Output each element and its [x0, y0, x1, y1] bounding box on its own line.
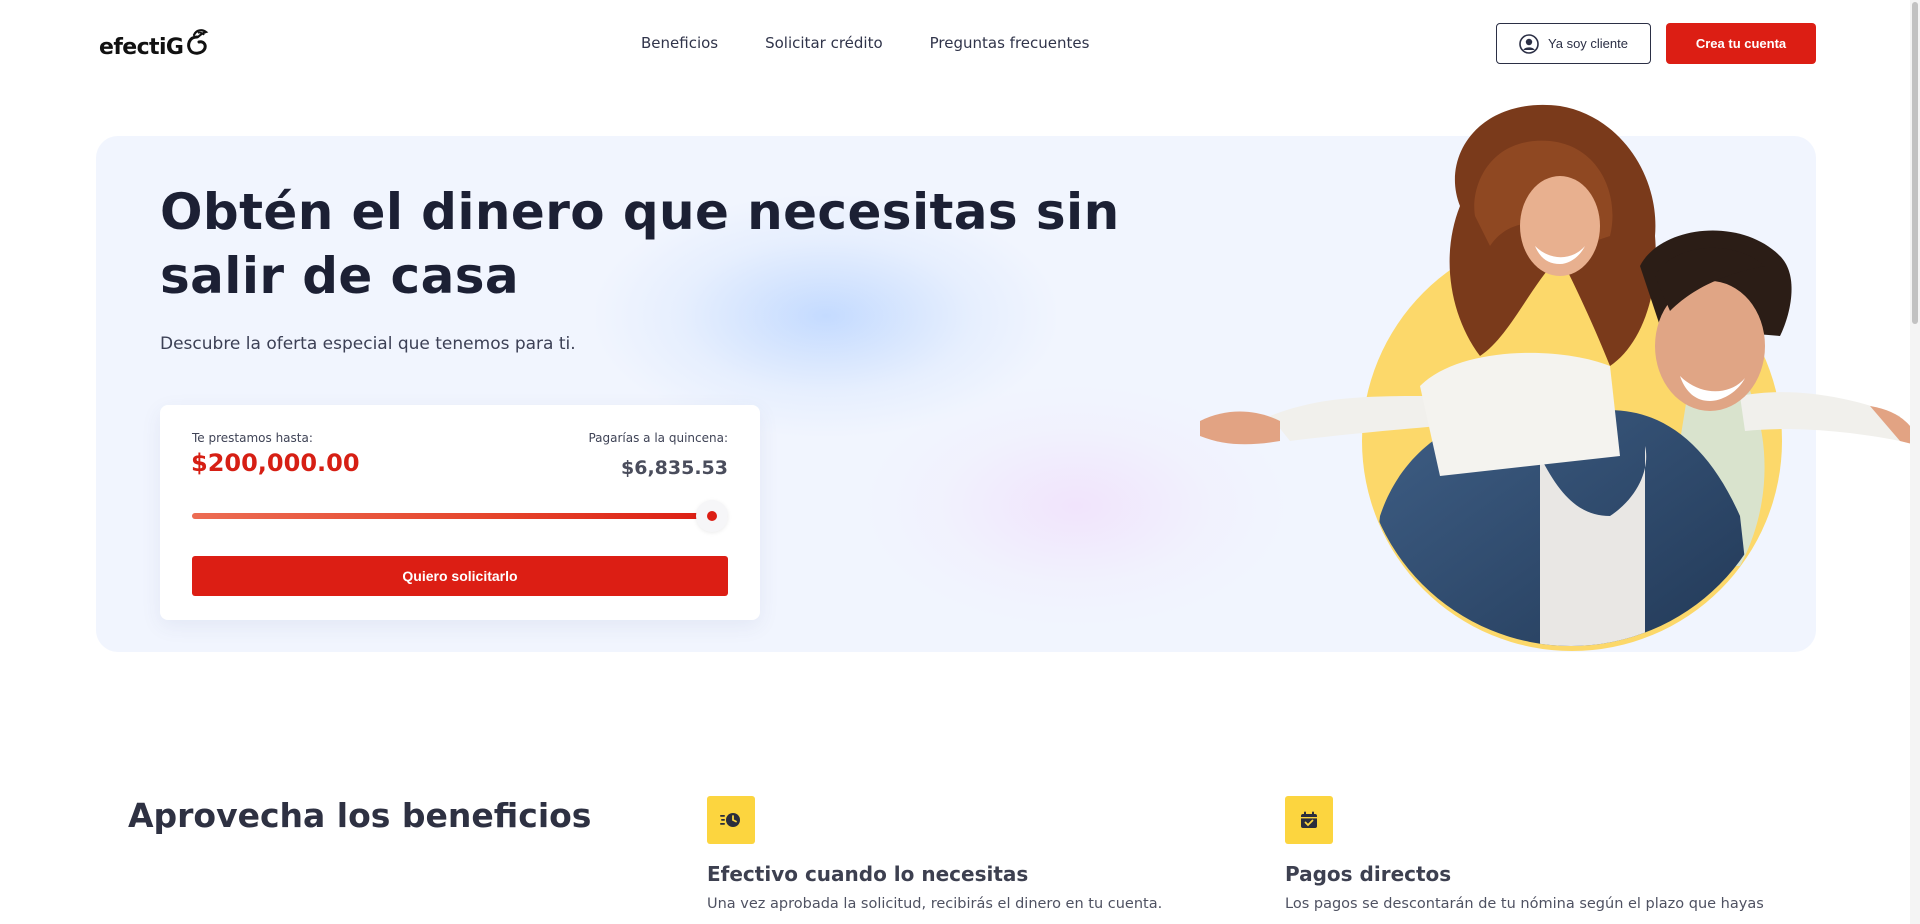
create-account-button[interactable]: Crea tu cuenta: [1666, 23, 1816, 64]
client-login-button[interactable]: Ya soy cliente: [1496, 23, 1651, 64]
brand-logo[interactable]: efectiG: [99, 26, 210, 60]
fast-clock-icon: [707, 796, 755, 844]
payment-label: Pagarías a la quincena:: [588, 431, 728, 445]
client-login-label: Ya soy cliente: [1548, 36, 1628, 51]
loan-amount-label: Te prestamos hasta:: [192, 431, 313, 445]
benefit-title: Pagos directos: [1285, 862, 1452, 886]
page-scrollbar[interactable]: [1910, 0, 1920, 924]
slider-fill: [192, 513, 712, 519]
benefit-card-efectivo: Efectivo cuando lo necesitas Una vez apr…: [707, 796, 1207, 912]
benefit-description: Los pagos se descontarán de tu nómina se…: [1285, 896, 1764, 912]
scrollbar-thumb[interactable]: [1912, 2, 1918, 324]
benefit-description: Una vez aprobada la solicitud, recibirás…: [707, 896, 1163, 912]
loan-amount-value: $200,000.00: [191, 449, 360, 477]
nav-link-beneficios[interactable]: Beneficios: [641, 34, 718, 52]
loan-calculator-card: Te prestamos hasta: Pagarías a la quince…: [160, 405, 760, 620]
apply-button[interactable]: Quiero solicitarlo: [192, 556, 728, 596]
benefits-title: Aprovecha los beneficios: [128, 796, 592, 835]
slider-handle[interactable]: [695, 500, 728, 532]
nav-link-preguntas-frecuentes[interactable]: Preguntas frecuentes: [930, 34, 1090, 52]
logo-text: efectiG: [99, 35, 184, 60]
user-circle-icon: [1519, 33, 1539, 54]
payment-amount-value: $6,835.53: [621, 457, 728, 479]
hero-couple-photo: [1140, 96, 1920, 676]
site-header: efectiG Beneficios Solicitar crédito Pre…: [0, 0, 1920, 88]
main-nav: Beneficios Solicitar crédito Preguntas f…: [641, 34, 1089, 52]
benefit-card-pagos: Pagos directos Los pagos se descontarán …: [1285, 796, 1785, 912]
nav-link-solicitar-credito[interactable]: Solicitar crédito: [765, 34, 883, 52]
logo-o-mark-icon: [187, 29, 209, 55]
hero-title: Obtén el dinero que necesitas sin salir …: [160, 183, 1120, 305]
hero-subtitle: Descubre la oferta especial que tenemos …: [160, 334, 576, 354]
benefit-title: Efectivo cuando lo necesitas: [707, 862, 1029, 886]
loan-amount-slider[interactable]: [192, 500, 728, 532]
calendar-check-icon: [1285, 796, 1333, 844]
